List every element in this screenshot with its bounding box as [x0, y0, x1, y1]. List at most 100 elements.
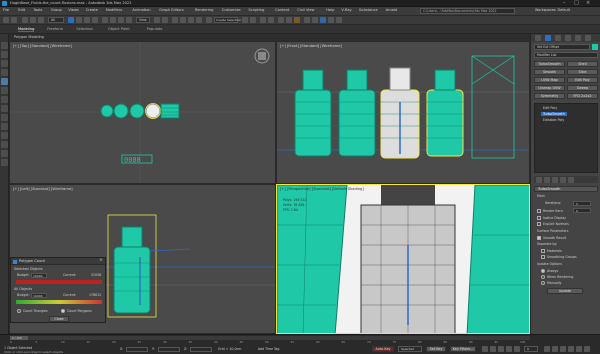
current-frame-field[interactable]: 0	[524, 346, 538, 352]
iterations-spinner[interactable]: 2	[573, 201, 591, 206]
modify-tab-icon[interactable]	[545, 35, 551, 41]
count-polygons-radio[interactable]	[61, 309, 65, 313]
zoom-all-icon[interactable]	[552, 346, 558, 352]
make-unique-icon[interactable]	[552, 176, 558, 183]
display-filter-icon[interactable]	[1, 96, 8, 103]
mirror-icon[interactable]	[242, 17, 248, 23]
minimize-button[interactable]: –	[563, 1, 566, 6]
modifier-button[interactable]: FFD 2x2x2	[567, 93, 598, 99]
update-button[interactable]: Update	[547, 288, 583, 294]
ribbon-tab[interactable]: Object Paint	[108, 27, 130, 32]
modifier-button[interactable]: Smooth	[534, 69, 565, 75]
menu-item[interactable]: Customize	[222, 8, 241, 13]
modifier-button[interactable]: Unwrap UVW	[534, 85, 565, 91]
scale-icon[interactable]	[118, 17, 124, 23]
count-triangles-radio[interactable]	[17, 309, 21, 313]
find-icon[interactable]	[1, 132, 8, 139]
workspace-selector[interactable]: Workspaces: Default	[535, 8, 570, 12]
window-crossing-icon[interactable]	[92, 17, 98, 23]
named-sets-icon[interactable]	[206, 17, 212, 23]
render-iters-spinner[interactable]: 0	[573, 208, 591, 213]
undo-icon[interactable]	[3, 17, 9, 23]
angle-snap-icon[interactable]	[180, 17, 186, 23]
material-side-icon[interactable]	[1, 150, 8, 157]
freeze-icon[interactable]	[1, 114, 8, 121]
select-object-icon[interactable]	[68, 17, 74, 23]
motion-tab-icon[interactable]	[565, 35, 571, 41]
container-icon[interactable]	[1, 42, 8, 49]
menu-item[interactable]: Rendering	[195, 8, 213, 13]
render-production-icon[interactable]	[320, 17, 326, 23]
isolate-icon[interactable]	[1, 51, 8, 58]
hierarchy-tab-icon[interactable]	[555, 35, 561, 41]
menu-item[interactable]: Help	[326, 8, 334, 13]
modifier-button[interactable]: Slice	[567, 69, 598, 75]
rendered-frame-window-icon[interactable]	[312, 17, 318, 23]
key-mode-dropdown[interactable]: Selected	[398, 346, 422, 352]
object-name-field[interactable]: Set Ext Offset	[534, 44, 590, 50]
when-rendering-radio[interactable]	[541, 275, 545, 279]
next-frame-icon[interactable]	[506, 346, 512, 352]
menu-item[interactable]: Scripting	[248, 8, 264, 13]
explicit-normals-checkbox[interactable]	[537, 222, 541, 226]
menu-item[interactable]: V-Ray	[341, 8, 351, 13]
menu-item[interactable]: Create	[86, 8, 98, 13]
modifier-stack-item[interactable]: Edit Poly	[541, 106, 559, 110]
render-iters-checkbox[interactable]	[537, 209, 541, 213]
viewport-top[interactable]: [+] [Top] [Standard] [Wireframe] 0088	[9, 41, 276, 184]
menu-item[interactable]: Tools	[33, 8, 42, 13]
x-coord-field[interactable]	[126, 347, 148, 352]
dialog-title-bar[interactable]: Polygon Count ×	[11, 258, 105, 265]
rect-selection-icon[interactable]	[84, 17, 90, 23]
smoothing-groups-checkbox[interactable]	[541, 255, 545, 259]
z-coord-field[interactable]	[190, 347, 212, 352]
zoom-extents-icon[interactable]	[560, 346, 566, 352]
menu-item[interactable]: File	[3, 8, 9, 13]
reference-coord-dropdown[interactable]: View	[136, 17, 150, 23]
render-setup-icon[interactable]	[304, 17, 310, 23]
snap-icon[interactable]	[1, 60, 8, 67]
modifier-button[interactable]: UVW Map	[534, 77, 565, 83]
viewport-front[interactable]: [+] [Front] [Standard] [Wireframe]	[276, 41, 530, 184]
maximize-viewport-icon[interactable]	[584, 346, 590, 352]
material-editor-icon[interactable]	[294, 17, 300, 23]
ribbon-tab[interactable]: Freeform	[47, 27, 63, 32]
budget-input-2[interactable]: 10000	[31, 293, 47, 298]
go-to-start-icon[interactable]	[482, 346, 488, 352]
dialog-close-button[interactable]: Close	[49, 316, 69, 322]
select-by-name-icon[interactable]	[76, 17, 82, 23]
layer-explorer-icon[interactable]	[268, 17, 274, 23]
modifier-button[interactable]: Edit Poly	[567, 77, 598, 83]
schematic-view-icon[interactable]	[286, 17, 292, 23]
modifier-button[interactable]: Sweep	[567, 85, 598, 91]
redo-icon[interactable]	[11, 17, 17, 23]
select-manipulate-icon[interactable]	[162, 17, 168, 23]
modifier-list-dropdown[interactable]: Modifier List	[534, 52, 598, 58]
curve-editor-icon[interactable]	[278, 17, 284, 23]
pan-icon[interactable]	[576, 346, 582, 352]
modifier-stack-item[interactable]: Editable Poly	[541, 118, 566, 122]
menu-item[interactable]: Content	[275, 8, 289, 13]
set-key-button[interactable]: Set Key	[426, 346, 446, 352]
ribbon-tab[interactable]: Modeling	[18, 27, 35, 33]
manually-radio[interactable]	[541, 281, 545, 285]
display-tab-icon[interactable]	[575, 35, 581, 41]
create-tab-icon[interactable]	[535, 35, 541, 41]
a360-gallery-icon[interactable]	[336, 17, 342, 23]
render-in-cloud-icon[interactable]	[328, 17, 334, 23]
smooth-result-checkbox[interactable]	[537, 236, 541, 240]
play-icon[interactable]	[498, 346, 504, 352]
remove-modifier-icon[interactable]	[560, 176, 566, 183]
modifier-stack-item[interactable]: TurboSmooth	[541, 112, 567, 117]
percent-snap-icon[interactable]	[188, 17, 194, 23]
viewport-perspective[interactable]: [+] [Perspective] [Standard] [Default Sh…	[276, 184, 530, 334]
render-settings-side-icon[interactable]	[1, 141, 8, 148]
go-to-end-icon[interactable]	[514, 346, 520, 352]
previous-frame-icon[interactable]	[490, 346, 496, 352]
utilities-tab-icon[interactable]	[585, 35, 591, 41]
move-icon[interactable]	[102, 17, 108, 23]
modifier-button[interactable]: Symmetry	[534, 93, 565, 99]
key-filters-button[interactable]: Key Filters...	[450, 346, 476, 352]
zoom-icon[interactable]	[544, 346, 550, 352]
menu-item[interactable]: Edit	[18, 8, 25, 13]
